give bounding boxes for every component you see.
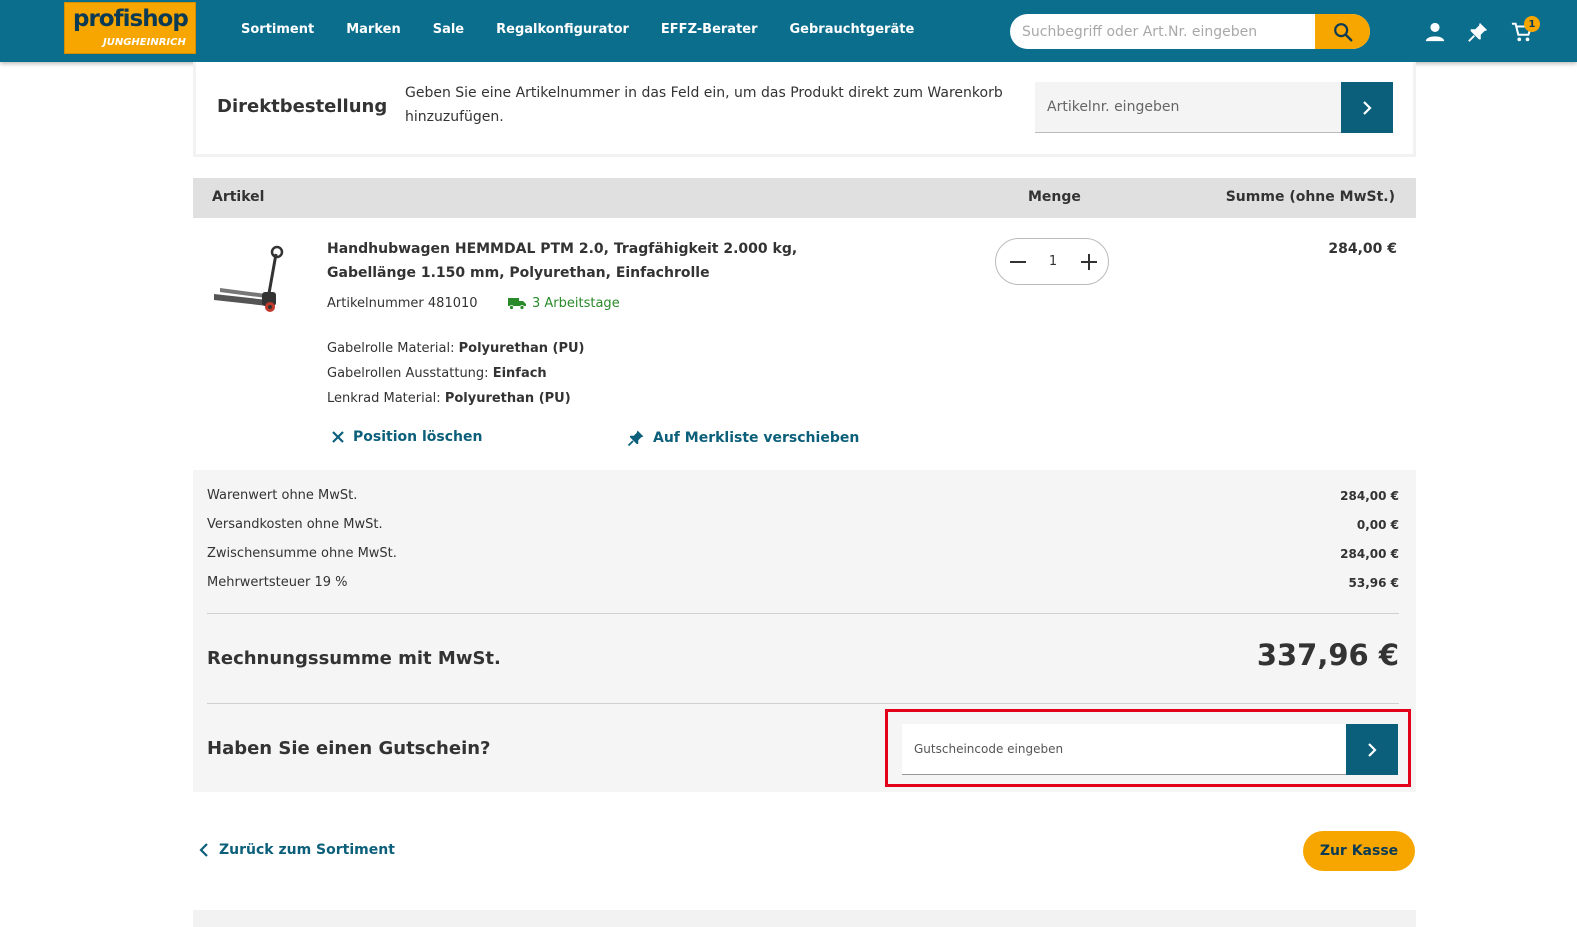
delete-position-button[interactable]: Position löschen [331, 429, 482, 445]
product-attributes: Gabelrolle Material: Polyurethan (PU) Ga… [327, 336, 584, 411]
truck-icon [508, 298, 526, 310]
summary-label-subtotal: Zwischensumme ohne MwSt. [207, 546, 397, 561]
nav-item-gebrauchtgeraete[interactable]: Gebrauchtgeräte [790, 22, 915, 37]
close-icon [332, 431, 344, 443]
voucher-field [902, 724, 1346, 775]
decrease-quantity-button[interactable] [1006, 250, 1030, 274]
nav-item-regalkonfigurator[interactable]: Regalkonfigurator [496, 22, 629, 37]
article-number-input[interactable] [1035, 82, 1341, 132]
voucher-code-input[interactable] [902, 724, 1346, 774]
pin-icon [627, 430, 644, 447]
pin-icon [1468, 22, 1488, 42]
chevron-left-icon [199, 843, 208, 857]
attribute-value: Polyurethan (PU) [444, 391, 571, 406]
back-to-catalog-label: Zurück zum Sortiment [219, 842, 395, 858]
direct-order-description: Geben Sie eine Artikelnummer in das Feld… [405, 85, 1003, 125]
attribute-row: Gabelrolle Material: Polyurethan (PU) [327, 336, 584, 361]
article-number: Artikelnummer 481010 [327, 296, 478, 311]
search-button[interactable] [1315, 14, 1370, 49]
attribute-row: Gabelrollen Ausstattung: Einfach [327, 361, 584, 386]
summary-label-shipping: Versandkosten ohne MwSt. [207, 517, 383, 532]
attribute-label: Gabelrollen Ausstattung: [327, 366, 489, 381]
direct-order-title: Direktbestellung [217, 96, 388, 117]
attribute-row: Lenkrad Material: Polyurethan (PU) [327, 386, 584, 411]
column-sum: Summe (ohne MwSt.) [1225, 189, 1395, 205]
order-summary: Warenwert ohne MwSt. 284,00 € Versandkos… [193, 470, 1416, 792]
summary-value-goods-value: 284,00 € [1340, 489, 1399, 503]
summary-value-vat: 53,96 € [1348, 576, 1399, 590]
nav-item-sale[interactable]: Sale [433, 22, 464, 37]
account-button[interactable] [1423, 20, 1447, 44]
product-name[interactable]: Handhubwagen HEMMDAL PTM 2.0, Tragfähigk… [327, 237, 887, 285]
plus-icon [1081, 254, 1097, 270]
product-image[interactable] [210, 244, 290, 319]
nav-item-sortiment[interactable]: Sortiment [241, 22, 314, 37]
logo-text: profishop [73, 6, 189, 32]
summary-divider [207, 703, 1399, 704]
quantity-stepper: 1 [995, 238, 1109, 285]
total-value: 337,96 € [1256, 638, 1399, 672]
summary-value-subtotal: 284,00 € [1340, 547, 1399, 561]
logo-subtext: JUNGHEINRICH [103, 37, 186, 48]
summary-value-shipping: 0,00 € [1356, 518, 1399, 532]
attribute-label: Lenkrad Material: [327, 391, 441, 406]
page-bottom-strip [193, 910, 1416, 927]
line-item-price: 284,00 € [1328, 241, 1397, 257]
column-quantity: Menge [1028, 189, 1081, 205]
search-input[interactable] [1010, 14, 1316, 49]
checkout-button[interactable]: Zur Kasse [1303, 831, 1415, 871]
direct-order-submit-button[interactable] [1341, 82, 1393, 133]
delivery-time: 3 Arbeitstage [508, 296, 620, 311]
summary-label-goods-value: Warenwert ohne MwSt. [207, 488, 358, 503]
back-to-catalog-link[interactable]: Zurück zum Sortiment [199, 842, 395, 858]
quantity-value[interactable]: 1 [1041, 254, 1065, 269]
minus-icon [1010, 261, 1026, 263]
delete-position-label: Position löschen [353, 429, 483, 445]
main-nav: Sortiment Marken Sale Regalkonfigurator … [241, 22, 946, 37]
article-number-field [1035, 82, 1341, 133]
summary-label-vat: Mehrwertsteuer 19 % [207, 575, 348, 590]
increase-quantity-button[interactable] [1077, 250, 1101, 274]
nav-item-effz-berater[interactable]: EFFZ-Berater [661, 22, 758, 37]
summary-divider [207, 613, 1399, 614]
delivery-text: 3 Arbeitstage [532, 296, 620, 311]
voucher-submit-button[interactable] [1346, 724, 1398, 775]
move-to-wishlist-button[interactable]: Auf Merkliste verschieben [627, 429, 859, 447]
nav-item-marken[interactable]: Marken [346, 22, 401, 37]
user-icon [1425, 22, 1445, 42]
direct-order-panel: Direktbestellung Geben Sie eine Artikeln… [193, 62, 1416, 157]
attribute-value: Polyurethan (PU) [458, 341, 585, 356]
column-article: Artikel [212, 189, 265, 205]
attribute-label: Gabelrolle Material: [327, 341, 455, 356]
attribute-value: Einfach [492, 366, 547, 381]
chevron-right-icon [1363, 100, 1372, 115]
chevron-right-icon [1368, 742, 1377, 757]
voucher-label: Haben Sie einen Gutschein? [207, 738, 491, 759]
total-label: Rechnungssumme mit MwSt. [207, 648, 501, 669]
cart-table-header: Artikel Menge Summe (ohne MwSt.) [193, 178, 1416, 218]
cart-count-badge: 1 [1524, 16, 1540, 32]
search-bar [1010, 14, 1370, 49]
profishop-logo[interactable]: profishop JUNGHEINRICH [64, 2, 196, 54]
search-icon [1333, 22, 1352, 41]
top-header: profishop JUNGHEINRICH Sortiment Marken … [0, 0, 1577, 62]
move-to-wishlist-label: Auf Merkliste verschieben [653, 430, 860, 446]
wishlist-button[interactable] [1466, 20, 1490, 44]
